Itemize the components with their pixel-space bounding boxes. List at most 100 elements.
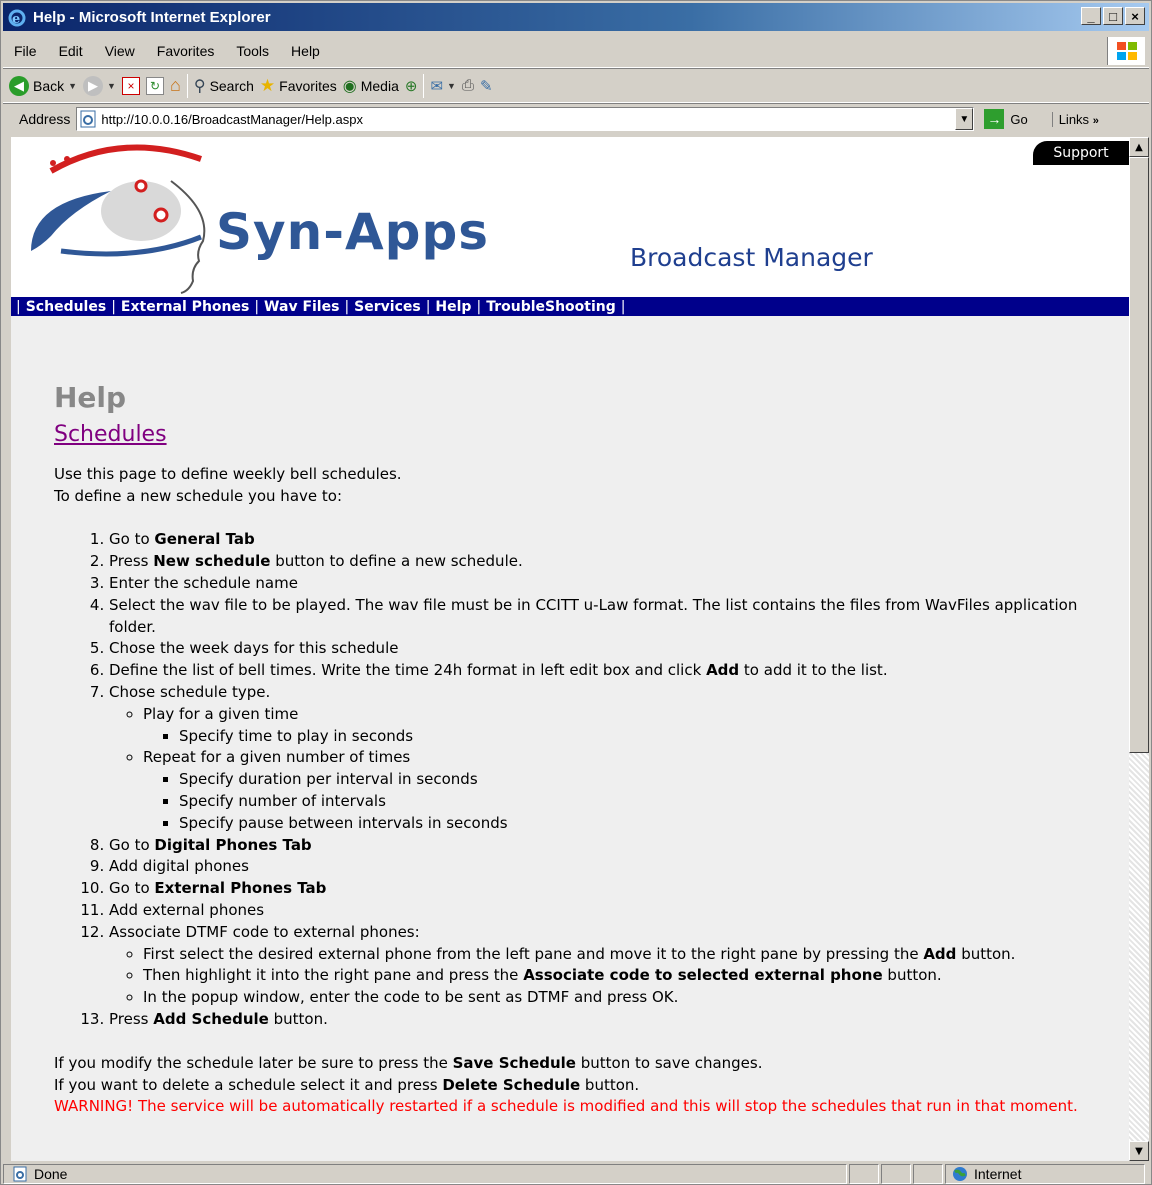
browser-window: e Help - Microsoft Internet Explorer _ □… xyxy=(0,0,1152,1185)
stop-icon[interactable]: × xyxy=(121,76,140,95)
address-input[interactable]: http://10.0.0.16/BroadcastManager/Help.a… xyxy=(76,107,975,131)
mail-icon: ✉ xyxy=(430,77,444,95)
home-icon[interactable]: ⌂ xyxy=(170,75,181,96)
chevron-down-icon[interactable]: ▼ xyxy=(447,81,456,91)
refresh-icon[interactable]: ↻ xyxy=(145,76,164,95)
menu-edit[interactable]: Edit xyxy=(48,43,94,59)
outro-text: button to save changes. xyxy=(575,1053,763,1072)
go-arrow-icon: → xyxy=(984,109,1005,129)
brand-logotype: Syn-Apps xyxy=(216,203,489,261)
address-url: http://10.0.0.16/BroadcastManager/Help.a… xyxy=(101,111,363,127)
nav-help[interactable]: Help xyxy=(435,299,471,315)
list-item: Specify time to play in seconds xyxy=(179,726,1124,748)
page-title: Help xyxy=(54,381,127,414)
list-item: Specify duration per interval in seconds xyxy=(179,769,1124,791)
list-item: Repeat for a given number of times Speci… xyxy=(143,747,1124,834)
nav-troubleshooting[interactable]: TroubleShooting xyxy=(486,299,616,315)
media-label: Media xyxy=(360,77,399,94)
links-button[interactable]: Links » xyxy=(1051,111,1099,127)
list-item: Go to General Tab xyxy=(109,529,1124,551)
search-icon: ⚲ xyxy=(193,77,206,95)
nav-external-phones[interactable]: External Phones xyxy=(121,299,249,315)
page-icon xyxy=(80,110,96,128)
step-text: button. xyxy=(268,1009,328,1028)
step-text: Define the list of bell times. Write the… xyxy=(109,661,707,680)
forward-button[interactable]: ▶ ▼ xyxy=(83,73,116,99)
minimize-button[interactable]: _ xyxy=(1081,7,1101,25)
edit-icon[interactable]: ✎ xyxy=(480,77,493,95)
menu-favorites[interactable]: Favorites xyxy=(146,43,226,59)
help-content: Help Schedules Use this page to define w… xyxy=(54,381,1124,1118)
chevron-down-icon[interactable]: ▼ xyxy=(68,81,77,91)
favorites-button[interactable]: ★ Favorites xyxy=(260,73,337,99)
go-button[interactable]: → Go xyxy=(984,109,1028,129)
nav-divider: | xyxy=(476,298,482,315)
menu-view[interactable]: View xyxy=(94,43,146,59)
list-item: Specify pause between intervals in secon… xyxy=(179,813,1124,835)
star-icon: ★ xyxy=(259,75,276,95)
nav-wav-files[interactable]: Wav Files xyxy=(264,299,339,315)
list-item: Add external phones xyxy=(109,900,1124,922)
step-text: Chose schedule type. xyxy=(109,682,271,701)
mail-button[interactable]: ✉ ▼ xyxy=(430,73,456,99)
list-item: Press Add Schedule button. xyxy=(109,1009,1124,1031)
outro-text: If you modify the schedule later be sure… xyxy=(54,1053,453,1072)
outro-bold: Save Schedule xyxy=(452,1053,576,1072)
chevron-down-icon[interactable]: ▼ xyxy=(107,81,116,91)
page-icon xyxy=(13,1166,27,1182)
scroll-up-icon[interactable]: ▲ xyxy=(1129,137,1149,157)
step-bold: New schedule xyxy=(153,552,271,571)
title-bar[interactable]: e Help - Microsoft Internet Explorer _ □… xyxy=(3,3,1149,31)
back-arrow-icon: ◀ xyxy=(9,75,29,96)
close-button[interactable]: × xyxy=(1125,7,1145,25)
outro-text: If you want to delete a schedule select … xyxy=(54,1075,443,1094)
step-text: button. xyxy=(956,944,1016,963)
list-item: Enter the schedule name xyxy=(109,573,1124,595)
support-tab[interactable]: Support xyxy=(1033,141,1129,165)
step-text: button to define a new schedule. xyxy=(270,552,523,571)
step-bold: Associate code to selected external phon… xyxy=(523,966,883,985)
scroll-down-icon[interactable]: ▼ xyxy=(1129,1141,1149,1161)
scroll-thumb[interactable] xyxy=(1129,157,1149,753)
step-text: to add it to the list. xyxy=(739,661,888,680)
step-text: Play for a given time xyxy=(143,704,299,723)
step-text: button. xyxy=(882,966,942,985)
globe-icon xyxy=(953,1167,967,1181)
vertical-scrollbar[interactable]: ▲ ▼ xyxy=(1129,137,1149,1161)
sub-list: Specify duration per interval in seconds… xyxy=(179,769,1124,834)
list-item: Add digital phones xyxy=(109,856,1124,878)
back-button[interactable]: ◀ Back ▼ xyxy=(9,73,77,99)
media-button[interactable]: ◉ Media xyxy=(343,73,399,99)
step-bold: Digital Phones Tab xyxy=(154,835,312,854)
page-viewport: Support Syn-Apps Broadcast Manager | Sch… xyxy=(11,137,1129,1161)
schedules-link[interactable]: Schedules xyxy=(54,424,1124,446)
search-button[interactable]: ⚲ Search xyxy=(194,73,254,99)
search-label: Search xyxy=(209,77,254,94)
step-text: Press xyxy=(109,552,154,571)
print-icon[interactable]: ⎙ xyxy=(462,77,474,94)
zone-label: Internet xyxy=(974,1166,1022,1182)
menu-help[interactable]: Help xyxy=(280,43,331,59)
menu-file[interactable]: File xyxy=(3,43,48,59)
chevron-down-icon[interactable]: ▼ xyxy=(955,108,974,130)
nav-services[interactable]: Services xyxy=(354,299,421,315)
list-item: Define the list of bell times. Write the… xyxy=(109,660,1124,682)
list-item: Press New schedule button to define a ne… xyxy=(109,551,1124,573)
maximize-button[interactable]: □ xyxy=(1103,7,1123,25)
outro-bold: Delete Schedule xyxy=(442,1075,581,1094)
list-item: Chose schedule type. Play for a given ti… xyxy=(109,682,1124,835)
intro-line-2: To define a new schedule you have to: xyxy=(54,486,342,505)
nav-schedules[interactable]: Schedules xyxy=(26,299,106,315)
svg-text:e: e xyxy=(12,12,20,27)
nav-divider: | xyxy=(620,298,626,315)
step-text: First select the desired external phone … xyxy=(143,944,924,963)
list-item: Then highlight it into the right pane an… xyxy=(143,965,1124,987)
nav-bar: | Schedules | External Phones | Wav File… xyxy=(11,297,1129,316)
menu-tools[interactable]: Tools xyxy=(225,43,280,59)
media-icon: ◉ xyxy=(342,77,357,95)
outro: If you modify the schedule later be sure… xyxy=(54,1053,1124,1118)
status-cell xyxy=(849,1164,879,1184)
history-icon[interactable]: ⊕ xyxy=(405,77,418,95)
sub-list: First select the desired external phone … xyxy=(143,944,1124,1009)
favorites-label: Favorites xyxy=(279,77,337,94)
